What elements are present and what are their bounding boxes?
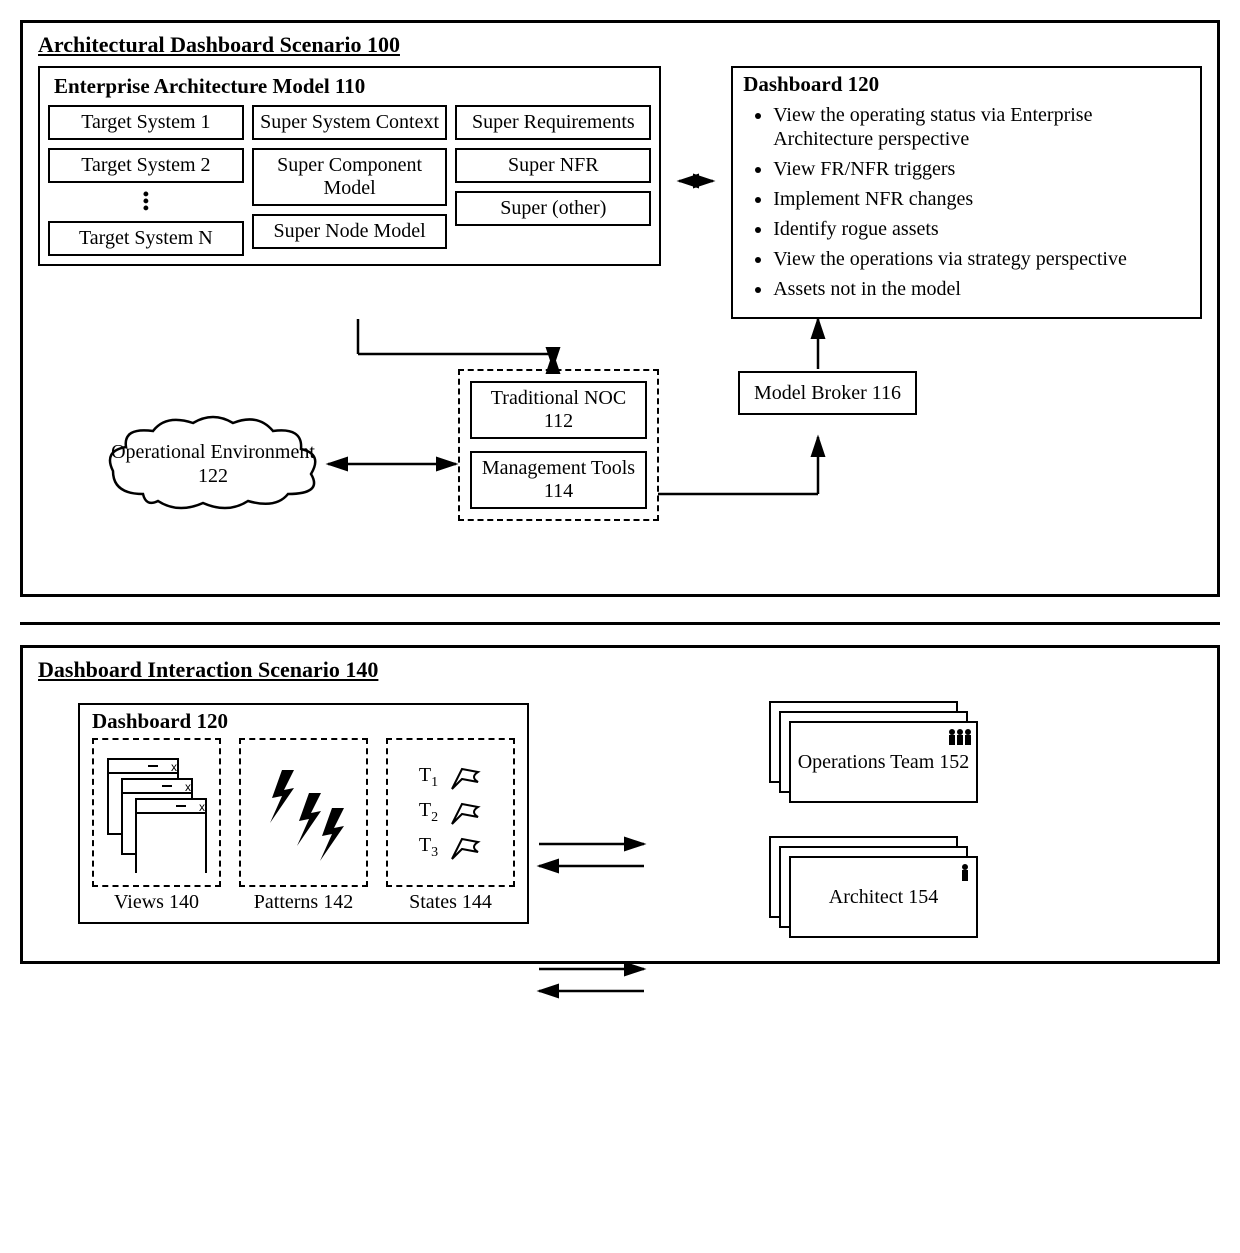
bullet-5: Assets not in the model: [773, 277, 1190, 301]
scenario-100-title: Architectural Dashboard Scenario 100: [38, 32, 1202, 58]
super-other: Super (other): [455, 191, 651, 226]
scenario-140: Dashboard Interaction Scenario 140 Dashb…: [20, 645, 1220, 964]
person-icon: [958, 862, 972, 884]
state-t2: T2: [419, 799, 438, 826]
svg-text:x: x: [185, 780, 191, 794]
bullet-3: Identify rogue assets: [773, 217, 1190, 241]
arrow-ea-dashboard: [676, 166, 716, 196]
cloud-label: Operational Environment 122: [98, 440, 328, 488]
svg-text:x: x: [171, 760, 177, 774]
dashboard-120-title: Dashboard 120: [743, 72, 1190, 97]
super-system-context: Super System Context: [252, 105, 448, 140]
super-nfr: Super NFR: [455, 148, 651, 183]
views-box: x x x: [92, 738, 221, 887]
super-requirements: Super Requirements: [455, 105, 651, 140]
people-icon: [946, 727, 972, 749]
divider: [20, 622, 1220, 625]
target-system-n: Target System N: [48, 221, 244, 256]
bullet-4: View the operations via strategy perspec…: [773, 247, 1190, 271]
ea-model-box: Enterprise Architecture Model 110 Target…: [38, 66, 661, 266]
noc-tools-group: Traditional NOC 112 Management Tools 114: [458, 369, 659, 521]
views-label: Views 140: [92, 891, 221, 914]
dashboard-120-detail: Dashboard 120 x: [78, 703, 529, 924]
super-component-model: Super Component Model: [252, 148, 448, 206]
flag-icon: [448, 835, 482, 861]
model-broker: Model Broker 116: [738, 371, 917, 415]
lightning-icon: [254, 758, 354, 868]
target-system-1: Target System 1: [48, 105, 244, 140]
operations-team-box: Operations Team 152: [769, 701, 969, 791]
bullet-0: View the operating status via Enterprise…: [773, 103, 1190, 151]
dashboard-bullets: View the operating status via Enterprise…: [743, 103, 1190, 301]
states-label: States 144: [386, 891, 515, 914]
patterns-box: [239, 738, 368, 887]
dashboard-120-detail-title: Dashboard 120: [92, 709, 515, 734]
vdots-icon: •••: [48, 191, 244, 213]
windows-icon: x x x: [102, 753, 212, 873]
svg-text:x: x: [199, 800, 205, 814]
operations-team-label: Operations Team 152: [798, 750, 970, 774]
architect-label: Architect 154: [829, 885, 938, 909]
dashboard-120-box: Dashboard 120 View the operating status …: [731, 66, 1202, 319]
scenario-100: Architectural Dashboard Scenario 100 Ent…: [20, 20, 1220, 597]
bullet-1: View FR/NFR triggers: [773, 157, 1190, 181]
architect-box: Architect 154: [769, 836, 969, 926]
super-node-model: Super Node Model: [252, 214, 448, 249]
states-box: T1 T2 T3: [386, 738, 515, 887]
management-tools: Management Tools 114: [470, 451, 647, 509]
arrows-dashboard-teams: [534, 804, 654, 1034]
bullet-2: Implement NFR changes: [773, 187, 1190, 211]
patterns-label: Patterns 142: [239, 891, 368, 914]
state-t1: T1: [419, 764, 438, 791]
operational-environment-cloud: Operational Environment 122: [98, 409, 328, 519]
scenario-140-title: Dashboard Interaction Scenario 140: [38, 657, 1202, 683]
ea-model-title: Enterprise Architecture Model 110: [54, 74, 651, 99]
traditional-noc: Traditional NOC 112: [470, 381, 647, 439]
target-system-2: Target System 2: [48, 148, 244, 183]
flag-icon: [448, 765, 482, 791]
state-t3: T3: [419, 834, 438, 861]
flag-icon: [448, 800, 482, 826]
